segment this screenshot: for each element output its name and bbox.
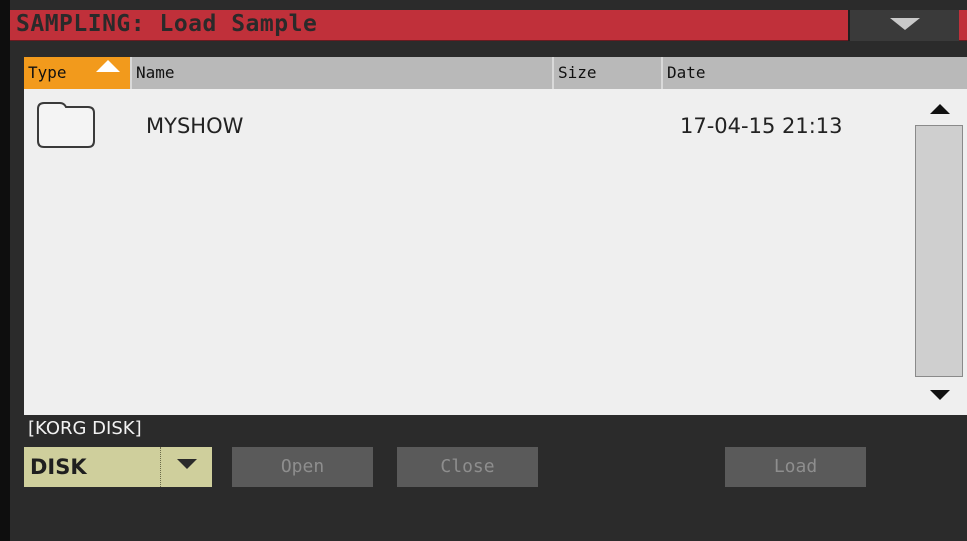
- left-frame: [0, 0, 10, 541]
- scrollbar[interactable]: [913, 89, 967, 415]
- scroll-track[interactable]: [915, 125, 963, 377]
- open-button[interactable]: Open: [232, 447, 373, 487]
- scroll-down-button[interactable]: [913, 379, 967, 411]
- sort-ascending-icon: [96, 60, 120, 72]
- load-button[interactable]: Load: [725, 447, 866, 487]
- column-date-label: Date: [667, 63, 706, 82]
- list-header: Type Name Size Date: [24, 57, 967, 89]
- column-size-label: Size: [558, 63, 597, 82]
- file-date: 17-04-15 21:13: [680, 114, 843, 138]
- column-header-type[interactable]: Type: [24, 57, 130, 89]
- scroll-up-button[interactable]: [913, 93, 967, 125]
- column-header-name[interactable]: Name: [132, 57, 552, 89]
- column-header-size[interactable]: Size: [554, 57, 661, 89]
- arrow-up-icon: [930, 104, 950, 114]
- page-title: SAMPLING: Load Sample: [16, 11, 318, 37]
- list-item[interactable]: MYSHOW 17-04-15 21:13: [24, 99, 910, 155]
- page-menu-button[interactable]: [848, 10, 959, 41]
- column-name-label: Name: [136, 63, 175, 82]
- column-header-date[interactable]: Date: [663, 57, 967, 89]
- device-select[interactable]: DISK: [24, 447, 212, 487]
- chevron-down-icon: [177, 459, 197, 469]
- device-select-value: DISK: [30, 455, 87, 479]
- device-label: [KORG DISK]: [28, 418, 142, 439]
- arrow-down-icon: [930, 390, 950, 400]
- file-name: MYSHOW: [146, 114, 244, 138]
- close-button[interactable]: Close: [397, 447, 538, 487]
- column-type-label: Type: [28, 63, 67, 82]
- folder-icon: [37, 102, 95, 148]
- title-bar: SAMPLING: Load Sample: [10, 10, 967, 41]
- chevron-down-icon: [890, 18, 920, 30]
- device-dropdown-button[interactable]: [160, 447, 213, 487]
- file-list: Type Name Size Date MYSHOW 17-04-15 21:1…: [24, 57, 967, 415]
